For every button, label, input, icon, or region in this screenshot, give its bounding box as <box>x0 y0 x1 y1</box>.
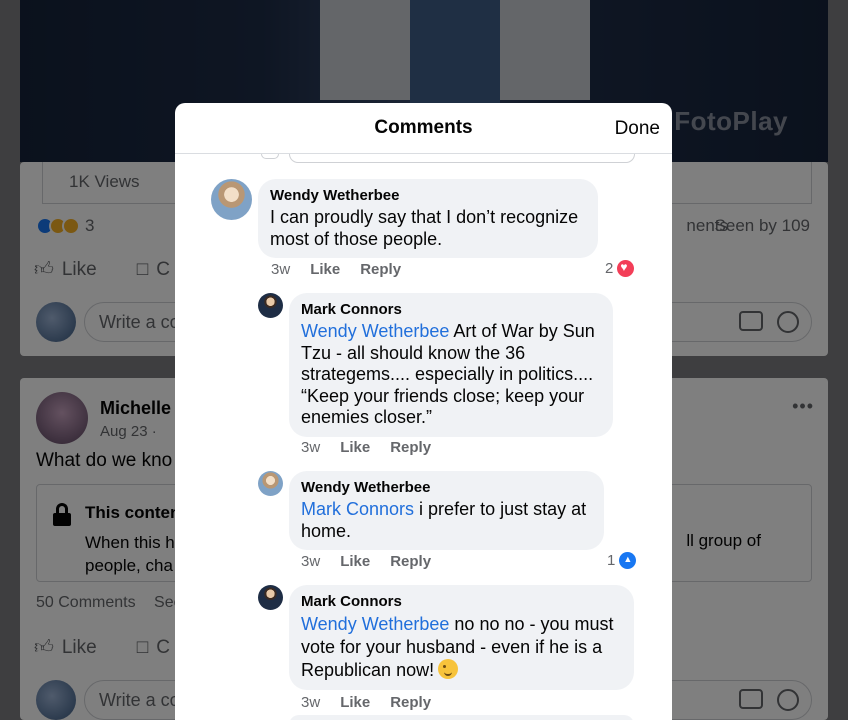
avatar[interactable] <box>211 179 252 220</box>
reply-button[interactable]: Reply <box>360 261 401 278</box>
comments-modal: Comments Done Wendy Wetherbee I can prou… <box>175 103 672 720</box>
modal-header: Comments Done <box>175 103 672 154</box>
like-button[interactable]: Like <box>310 261 340 278</box>
avatar <box>261 154 279 159</box>
next-comment-bubble <box>289 715 634 720</box>
reply-button[interactable]: Reply <box>390 694 431 711</box>
reaction-count: 1 <box>607 552 616 569</box>
comment-actions: 3w Like Reply <box>301 694 431 711</box>
like-reaction-icon <box>619 552 637 569</box>
reply-button[interactable]: Reply <box>390 553 431 570</box>
done-button[interactable]: Done <box>615 118 660 140</box>
avatar[interactable] <box>258 585 283 610</box>
comment-author[interactable]: Mark Connors <box>301 593 622 610</box>
comment-bubble: Wendy Wetherbee I can proudly say that I… <box>258 179 598 258</box>
comment-text: Wendy Wetherbee Art of War by Sun Tzu - … <box>301 321 601 429</box>
comment-author[interactable]: Mark Connors <box>301 301 601 318</box>
comment-reactions[interactable]: 1 <box>607 552 637 569</box>
reply-button[interactable]: Reply <box>390 439 431 456</box>
comment-time[interactable]: 3w <box>301 553 320 570</box>
comment-time[interactable]: 3w <box>301 439 320 456</box>
comment-actions: 3w Like Reply <box>301 553 431 570</box>
comment-bubble: Mark Connors Wendy Wetherbee Art of War … <box>289 293 613 437</box>
winking-face-icon <box>438 659 459 679</box>
comment-reactions[interactable]: 2 <box>605 260 635 277</box>
reaction-count: 2 <box>605 260 614 277</box>
mention-link[interactable]: Wendy Wetherbee <box>301 321 449 341</box>
like-button[interactable]: Like <box>340 694 370 711</box>
comment-actions: 3w Like Reply <box>301 439 431 456</box>
comment-text: Wendy Wetherbee no no no - you must vote… <box>301 613 622 682</box>
comment-text: I can proudly say that I don’t recognize… <box>270 207 579 249</box>
comment-bubble: Wendy Wetherbee Mark Connors i prefer to… <box>289 471 604 550</box>
comment-author[interactable]: Wendy Wetherbee <box>270 187 586 204</box>
comment-time[interactable]: 3w <box>271 261 290 278</box>
comment-time[interactable]: 3w <box>301 694 320 711</box>
mention-link[interactable]: Mark Connors <box>301 499 414 519</box>
previous-comment-bubble <box>289 154 635 163</box>
heart-icon <box>617 260 635 277</box>
mention-link[interactable]: Wendy Wetherbee <box>301 614 449 634</box>
comment-text: Mark Connors i prefer to just stay at ho… <box>301 499 592 542</box>
modal-title: Comments <box>374 117 473 138</box>
avatar[interactable] <box>258 293 283 318</box>
avatar[interactable] <box>258 471 283 496</box>
like-button[interactable]: Like <box>340 439 370 456</box>
comment-bubble: Mark Connors Wendy Wetherbee no no no - … <box>289 585 634 690</box>
like-button[interactable]: Like <box>340 553 370 570</box>
comment-actions: 3w Like Reply <box>271 261 401 278</box>
comment-author[interactable]: Wendy Wetherbee <box>301 479 592 496</box>
